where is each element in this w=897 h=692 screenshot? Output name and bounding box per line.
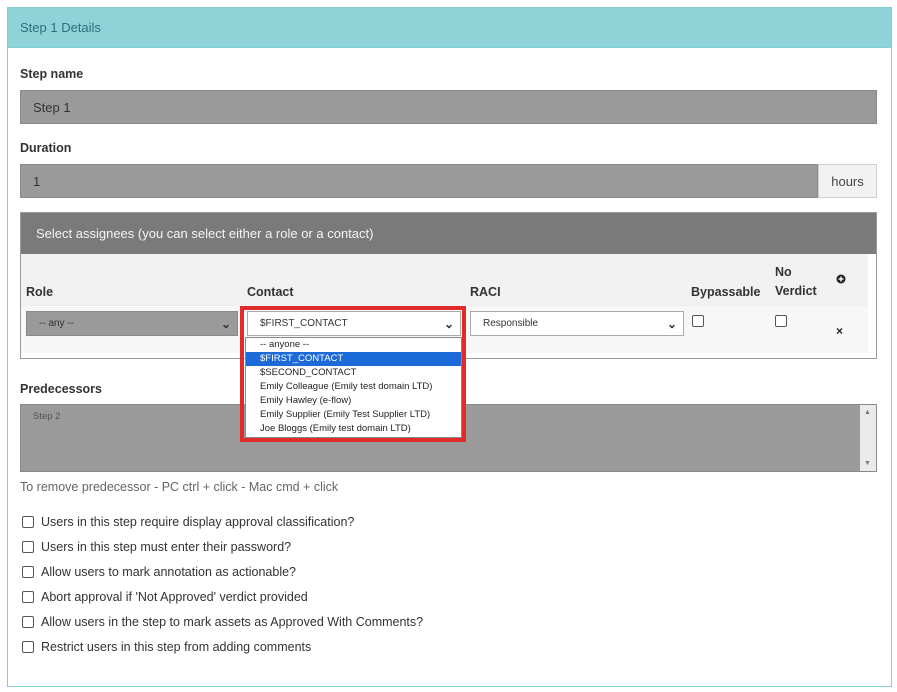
contact-select[interactable]: $FIRST_CONTACT ⌄ <box>247 311 461 336</box>
bypassable-checkbox[interactable] <box>692 315 704 327</box>
add-row-icon[interactable] <box>836 274 846 284</box>
contact-option-selected[interactable]: $FIRST_CONTACT <box>246 352 461 366</box>
step-name-label: Step name <box>20 67 84 81</box>
option-restrict-comments[interactable]: Restrict users in this step from adding … <box>22 640 311 654</box>
no-verdict-checkbox[interactable] <box>775 315 787 327</box>
raci-select-value: Responsible <box>483 318 539 329</box>
step-name-input[interactable]: Step 1 <box>20 90 877 124</box>
option-annotation-actionable[interactable]: Allow users to mark annotation as action… <box>22 565 296 579</box>
predecessor-hint: To remove predecessor - PC ctrl + click … <box>20 480 339 494</box>
column-raci: RACI <box>470 285 501 299</box>
contact-option[interactable]: Emily Colleague (Emily test domain LTD) <box>246 380 461 394</box>
predecessors-label: Predecessors <box>20 382 103 396</box>
option-label: Abort approval if 'Not Approved' verdict… <box>41 590 308 604</box>
contact-option[interactable]: $SECOND_CONTACT <box>246 366 461 380</box>
duration-label: Duration <box>20 141 72 155</box>
column-contact: Contact <box>247 285 294 299</box>
assignees-header: Select assignees (you can select either … <box>21 213 876 254</box>
checkbox[interactable] <box>22 516 34 528</box>
duration-input[interactable]: 1 <box>20 164 818 198</box>
option-label: Restrict users in this step from adding … <box>41 640 312 654</box>
checkbox[interactable] <box>22 591 34 603</box>
contact-option[interactable]: Emily Supplier (Emily Test Supplier LTD) <box>246 408 461 422</box>
option-label: Users in this step require display appro… <box>41 515 355 529</box>
option-label: Users in this step must enter their pass… <box>41 540 292 554</box>
assignees-header-text: Select assignees (you can select either … <box>36 226 374 241</box>
scroll-down-icon[interactable]: ▼ <box>864 460 871 467</box>
remove-row-icon[interactable]: × <box>836 324 843 338</box>
option-enter-password[interactable]: Users in this step must enter their pass… <box>22 540 291 554</box>
predecessor-option[interactable]: Step 2 <box>33 411 60 422</box>
scrollbar[interactable]: ▲ ▼ <box>860 405 876 471</box>
contact-option[interactable]: Joe Bloggs (Emily test domain LTD) <box>246 422 461 436</box>
contact-select-value: $FIRST_CONTACT <box>260 318 348 329</box>
chevron-down-icon: ⌄ <box>666 316 677 331</box>
chevron-down-icon: ⌄ <box>220 316 231 331</box>
raci-select[interactable]: Responsible ⌄ <box>470 311 684 336</box>
checkbox[interactable] <box>22 566 34 578</box>
panel-header: Step 1 Details <box>8 8 891 48</box>
column-no-verdict-line2: Verdict <box>775 284 817 298</box>
checkbox[interactable] <box>22 541 34 553</box>
option-abort-approval[interactable]: Abort approval if 'Not Approved' verdict… <box>22 590 308 604</box>
contact-option[interactable]: -- anyone -- <box>246 338 461 352</box>
chevron-down-icon: ⌄ <box>443 316 454 331</box>
scroll-up-icon[interactable]: ▲ <box>864 409 871 416</box>
role-select[interactable]: -- any -- ⌄ <box>26 311 238 336</box>
option-label: Allow users to mark annotation as action… <box>41 565 297 579</box>
contact-option[interactable]: Emily Hawley (e-flow) <box>246 394 461 408</box>
column-role: Role <box>26 285 54 299</box>
checkbox[interactable] <box>22 616 34 628</box>
panel-title: Step 1 Details <box>20 20 101 35</box>
checkbox[interactable] <box>22 641 34 653</box>
role-select-value: -- any -- <box>39 318 74 329</box>
duration-unit: hours <box>818 164 877 198</box>
option-display-approval[interactable]: Users in this step require display appro… <box>22 515 354 529</box>
option-approved-with-comments[interactable]: Allow users in the step to mark assets a… <box>22 615 423 629</box>
option-label: Allow users in the step to mark assets a… <box>41 615 424 629</box>
assignees-table-header: Role Contact RACI Bypassable No Verdict <box>21 254 868 306</box>
column-no-verdict-line1: No <box>775 265 792 279</box>
contact-dropdown-list[interactable]: -- anyone -- $FIRST_CONTACT $SECOND_CONT… <box>245 337 462 438</box>
column-bypassable: Bypassable <box>691 285 761 299</box>
